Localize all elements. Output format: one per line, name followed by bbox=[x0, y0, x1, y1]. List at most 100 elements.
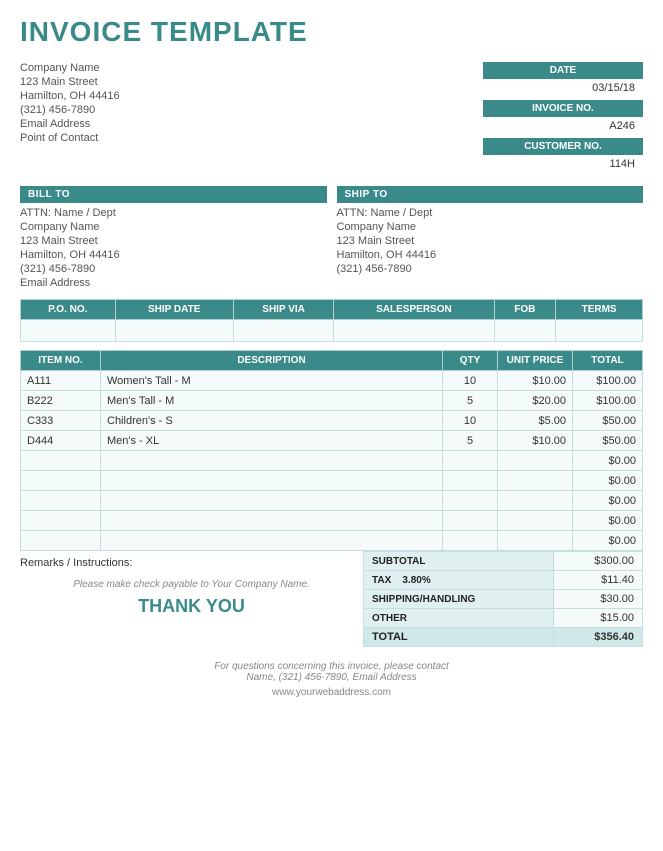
table-row: B222 Men's Tall - M 5 $20.00 $100.00 bbox=[21, 391, 643, 411]
tax-row: TAX 3.80% $11.40 bbox=[364, 571, 643, 590]
item-unit: $5.00 bbox=[498, 411, 573, 431]
company-address1: 123 Main Street bbox=[20, 76, 120, 88]
item-desc bbox=[101, 491, 443, 511]
item-unit bbox=[498, 531, 573, 551]
bill-to-section: BILL TO ATTN: Name / Dept Company Name 1… bbox=[20, 186, 327, 291]
item-total: $0.00 bbox=[573, 511, 643, 531]
terms-value bbox=[556, 320, 643, 342]
item-unit: $20.00 bbox=[498, 391, 573, 411]
table-row: $0.00 bbox=[21, 471, 643, 491]
item-desc: Children's - S bbox=[101, 411, 443, 431]
item-total: $100.00 bbox=[573, 391, 643, 411]
item-no bbox=[21, 451, 101, 471]
remarks-label: Remarks / Instructions: bbox=[20, 557, 132, 569]
item-total: $0.00 bbox=[573, 491, 643, 511]
tax-label: TAX 3.80% bbox=[364, 571, 554, 590]
company-contact: Point of Contact bbox=[20, 132, 120, 144]
ship-address2: Hamilton, OH 44416 bbox=[337, 249, 644, 261]
item-no: D444 bbox=[21, 431, 101, 451]
item-qty bbox=[443, 531, 498, 551]
customer-no-value: 114H bbox=[483, 156, 643, 172]
date-value: 03/15/18 bbox=[483, 80, 643, 96]
items-table: ITEM NO. DESCRIPTION QTY UNIT PRICE TOTA… bbox=[20, 350, 643, 551]
items-col-qty: QTY bbox=[443, 351, 498, 371]
bill-address1: 123 Main Street bbox=[20, 235, 327, 247]
totals-section: SUBTOTAL $300.00 TAX 3.80% $11.40 SHIPPI… bbox=[363, 551, 643, 647]
total-row: TOTAL $356.40 bbox=[364, 628, 643, 647]
date-label: DATE bbox=[483, 62, 643, 79]
thank-you-text: THANK YOU bbox=[20, 596, 363, 617]
bill-company: Company Name bbox=[20, 221, 327, 233]
shipping-row: SHIPPING/HANDLING $30.00 bbox=[364, 590, 643, 609]
ship-company: Company Name bbox=[337, 221, 644, 233]
total-value: $356.40 bbox=[553, 628, 642, 647]
item-no: B222 bbox=[21, 391, 101, 411]
other-value: $15.00 bbox=[553, 609, 642, 628]
table-row: $0.00 bbox=[21, 491, 643, 511]
shipping-value: $30.00 bbox=[553, 590, 642, 609]
bill-email: Email Address bbox=[20, 277, 327, 289]
po-col-po-no: P.O. NO. bbox=[21, 300, 116, 320]
item-unit bbox=[498, 471, 573, 491]
item-qty: 5 bbox=[443, 431, 498, 451]
totals-table: SUBTOTAL $300.00 TAX 3.80% $11.40 SHIPPI… bbox=[363, 551, 643, 647]
po-no-value bbox=[21, 320, 116, 342]
bottom-section: Remarks / Instructions: Please make chec… bbox=[20, 551, 643, 647]
fob-value bbox=[494, 320, 556, 342]
company-address2: Hamilton, OH 44416 bbox=[20, 90, 120, 102]
item-qty: 10 bbox=[443, 411, 498, 431]
customer-no-label: CUSTOMER NO. bbox=[483, 138, 643, 155]
item-no bbox=[21, 471, 101, 491]
remarks-section: Remarks / Instructions: Please make chec… bbox=[20, 551, 363, 621]
item-desc: Women's Tall - M bbox=[101, 371, 443, 391]
bill-address2: Hamilton, OH 44416 bbox=[20, 249, 327, 261]
invoice-no-value: A246 bbox=[483, 118, 643, 134]
items-col-unit-price: UNIT PRICE bbox=[498, 351, 573, 371]
po-col-terms: TERMS bbox=[556, 300, 643, 320]
item-total: $0.00 bbox=[573, 451, 643, 471]
item-desc bbox=[101, 511, 443, 531]
other-label: OTHER bbox=[364, 609, 554, 628]
items-col-total: TOTAL bbox=[573, 351, 643, 371]
ship-attn: ATTN: Name / Dept bbox=[337, 207, 644, 219]
footer-bottom: For questions concerning this invoice, p… bbox=[20, 661, 643, 698]
item-total: $100.00 bbox=[573, 371, 643, 391]
bill-attn: ATTN: Name / Dept bbox=[20, 207, 327, 219]
salesperson-value bbox=[334, 320, 494, 342]
item-qty: 10 bbox=[443, 371, 498, 391]
items-col-description: DESCRIPTION bbox=[101, 351, 443, 371]
po-col-salesperson: SALESPERSON bbox=[334, 300, 494, 320]
po-row bbox=[21, 320, 643, 342]
item-no: C333 bbox=[21, 411, 101, 431]
table-row: A111 Women's Tall - M 10 $10.00 $100.00 bbox=[21, 371, 643, 391]
ship-date-value bbox=[115, 320, 233, 342]
po-col-ship-via: SHIP VIA bbox=[233, 300, 334, 320]
company-email: Email Address bbox=[20, 118, 120, 130]
tax-value: $11.40 bbox=[553, 571, 642, 590]
po-col-ship-date: SHIP DATE bbox=[115, 300, 233, 320]
item-total: $0.00 bbox=[573, 471, 643, 491]
invoice-no-label: INVOICE NO. bbox=[483, 100, 643, 117]
item-no bbox=[21, 511, 101, 531]
item-desc: Men's - XL bbox=[101, 431, 443, 451]
table-row: $0.00 bbox=[21, 531, 643, 551]
item-unit bbox=[498, 511, 573, 531]
company-name: Company Name bbox=[20, 62, 120, 74]
table-row: D444 Men's - XL 5 $10.00 $50.00 bbox=[21, 431, 643, 451]
shipping-label: SHIPPING/HANDLING bbox=[364, 590, 554, 609]
item-total: $50.00 bbox=[573, 431, 643, 451]
invoice-meta: DATE 03/15/18 INVOICE NO. A246 CUSTOMER … bbox=[423, 62, 643, 176]
item-unit: $10.00 bbox=[498, 431, 573, 451]
item-total: $0.00 bbox=[573, 531, 643, 551]
contact-line2: Name, (321) 456-7890, Email Address bbox=[20, 672, 643, 683]
company-info: Company Name 123 Main Street Hamilton, O… bbox=[20, 62, 120, 176]
po-table: P.O. NO. SHIP DATE SHIP VIA SALESPERSON … bbox=[20, 299, 643, 342]
item-total: $50.00 bbox=[573, 411, 643, 431]
ship-to-section: SHIP TO ATTN: Name / Dept Company Name 1… bbox=[337, 186, 644, 291]
bill-phone: (321) 456-7890 bbox=[20, 263, 327, 275]
company-phone: (321) 456-7890 bbox=[20, 104, 120, 116]
ship-phone: (321) 456-7890 bbox=[337, 263, 644, 275]
invoice-title: INVOICE TEMPLATE bbox=[20, 16, 643, 48]
other-row: OTHER $15.00 bbox=[364, 609, 643, 628]
website: www.yourwebaddress.com bbox=[20, 687, 643, 698]
